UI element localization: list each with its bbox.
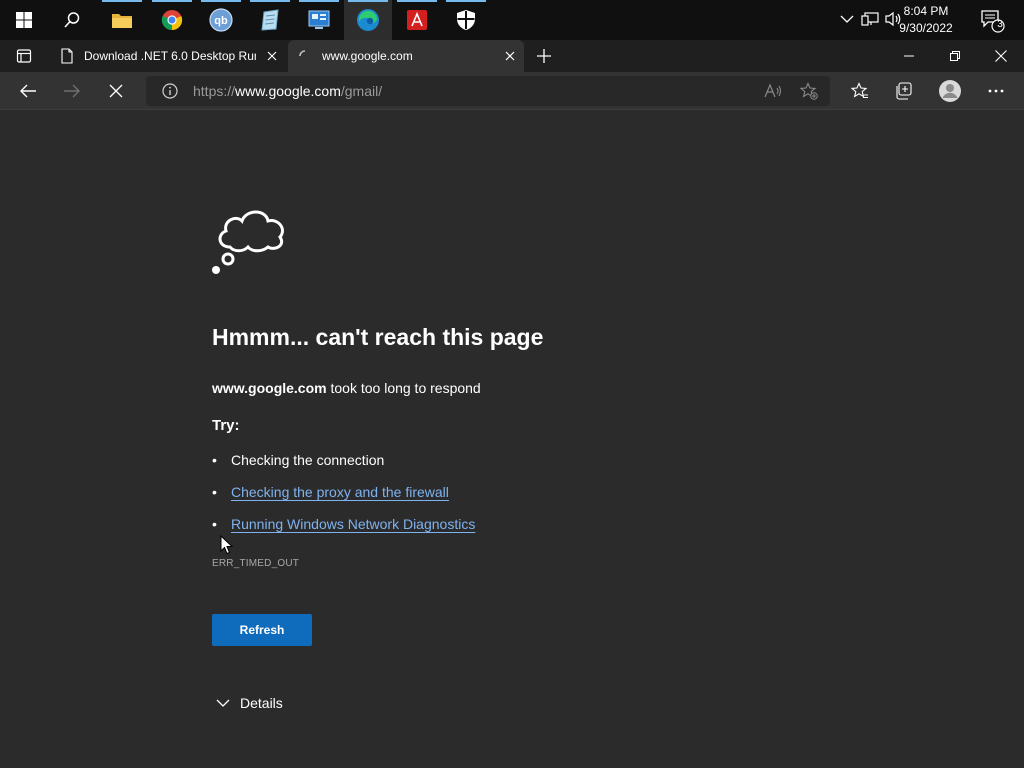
info-icon: [162, 83, 178, 99]
clock-date: 9/30/2022: [899, 21, 953, 35]
action-center-button[interactable]: 3: [972, 0, 1012, 40]
minimize-button[interactable]: [886, 40, 932, 72]
qbittorrent-icon: qb: [209, 8, 233, 32]
bullet: •: [212, 484, 217, 500]
tab-google[interactable]: www.google.com: [288, 40, 524, 72]
arrow-right-icon: [64, 84, 80, 98]
folder-icon: [112, 14, 132, 28]
tab-title: www.google.com: [322, 49, 413, 63]
tab-close-button[interactable]: [502, 48, 518, 64]
browser-toolbar: https://www.google.com/gmail/: [0, 72, 1024, 110]
tab-title: Download .NET 6.0 Desktop Run: [84, 49, 256, 63]
network-status-button[interactable]: [861, 10, 879, 28]
details-label: Details: [240, 695, 283, 711]
close-icon: [995, 50, 1007, 62]
loading-spinner-icon: [299, 50, 306, 57]
taskbar-acrobat[interactable]: [393, 0, 441, 40]
cloud-thought-icon: [212, 210, 284, 274]
back-button[interactable]: [12, 75, 44, 107]
close-icon: [267, 51, 277, 61]
bullet: •: [212, 452, 217, 468]
chevron-up-icon: [840, 15, 854, 23]
page-icon: [61, 48, 73, 64]
taskbar-search-button[interactable]: [48, 0, 96, 40]
minimize-icon: [904, 55, 914, 57]
suggestion-check-connection: Checking the connection: [231, 452, 385, 468]
details-toggle[interactable]: Details: [216, 695, 283, 711]
read-aloud-icon: [764, 83, 782, 98]
edge-icon: [357, 9, 379, 31]
window-close-button[interactable]: [978, 40, 1024, 72]
read-aloud-button[interactable]: [764, 82, 782, 105]
url-host: www.google.com: [235, 83, 341, 99]
notepad-icon: [261, 9, 279, 31]
suggestion-item: • Checking the connection: [212, 452, 384, 468]
network-icon: [861, 12, 879, 26]
taskbar-clock[interactable]: 8:04 PM 9/30/2022: [886, 3, 966, 37]
taskbar-security[interactable]: [442, 0, 490, 40]
taskbar-qbittorrent[interactable]: qb: [197, 0, 245, 40]
search-icon: [64, 12, 80, 28]
forward-button[interactable]: [56, 75, 88, 107]
error-message: www.google.com took too long to respond: [212, 380, 481, 396]
close-icon: [505, 51, 515, 61]
start-button[interactable]: [0, 0, 48, 40]
try-label: Try:: [212, 417, 240, 434]
stop-icon: [109, 84, 123, 98]
tab-actions-button[interactable]: [8, 40, 40, 72]
taskbar-file-explorer[interactable]: [98, 0, 146, 40]
refresh-button[interactable]: Refresh: [212, 614, 312, 646]
suggestion-item: • Checking the proxy and the firewall: [212, 484, 449, 500]
taskbar-chrome[interactable]: [148, 0, 196, 40]
favorites-icon: [851, 82, 868, 98]
plus-icon: [537, 49, 551, 63]
windows-logo-icon: [16, 12, 32, 28]
favorites-button[interactable]: [844, 75, 876, 107]
error-page: Hmmm... can't reach this page www.google…: [0, 111, 1024, 768]
site-info-button[interactable]: [162, 83, 178, 104]
control-panel-icon: [308, 10, 330, 29]
clock-time: 8:04 PM: [903, 4, 949, 18]
show-hidden-icons-button[interactable]: [838, 10, 856, 28]
taskbar-notepad[interactable]: [246, 0, 294, 40]
error-description: took too long to respond: [326, 380, 481, 396]
url-path: /gmail/: [340, 83, 383, 99]
address-bar[interactable]: https://www.google.com/gmail/: [146, 76, 830, 106]
chrome-icon: [161, 10, 183, 31]
windows-taskbar: qb 8:04 PM 9/30/2022 3: [0, 0, 1024, 40]
url-scheme: https://: [193, 83, 236, 99]
collections-button[interactable]: [888, 75, 920, 107]
url-text[interactable]: https://www.google.com/gmail/: [193, 83, 382, 99]
mouse-cursor-icon: [220, 535, 234, 555]
error-code: ERR_TIMED_OUT: [212, 558, 300, 569]
add-favorite-button[interactable]: [799, 82, 818, 105]
bullet: •: [212, 516, 217, 532]
notification-count-badge: 3: [997, 19, 1003, 30]
settings-more-button[interactable]: [980, 75, 1012, 107]
tab-dotnet-download[interactable]: Download .NET 6.0 Desktop Run: [50, 40, 286, 72]
star-add-icon: [799, 82, 818, 100]
tab-close-button[interactable]: [264, 48, 280, 64]
avatar-icon: [939, 80, 961, 102]
restore-button[interactable]: [932, 40, 978, 72]
restore-icon: [950, 51, 960, 61]
profile-button[interactable]: [934, 75, 966, 107]
collections-icon: [896, 82, 912, 100]
taskbar-control-panel[interactable]: [295, 0, 343, 40]
error-title: Hmmm... can't reach this page: [212, 324, 544, 350]
new-tab-button[interactable]: [528, 40, 560, 72]
link-check-proxy-firewall[interactable]: Checking the proxy and the firewall: [231, 484, 449, 500]
tab-actions-icon: [16, 49, 32, 63]
stop-loading-button[interactable]: [100, 75, 132, 107]
more-icon: [988, 89, 1004, 93]
error-host: www.google.com: [212, 380, 327, 396]
arrow-left-icon: [20, 84, 36, 98]
taskbar-edge[interactable]: [344, 0, 392, 40]
link-network-diagnostics[interactable]: Running Windows Network Diagnostics: [231, 516, 475, 532]
chevron-down-icon: [216, 699, 230, 707]
acrobat-icon: [407, 10, 427, 30]
shield-icon: [457, 10, 475, 30]
svg-text:qb: qb: [214, 15, 228, 27]
suggestion-item: • Running Windows Network Diagnostics: [212, 516, 475, 532]
